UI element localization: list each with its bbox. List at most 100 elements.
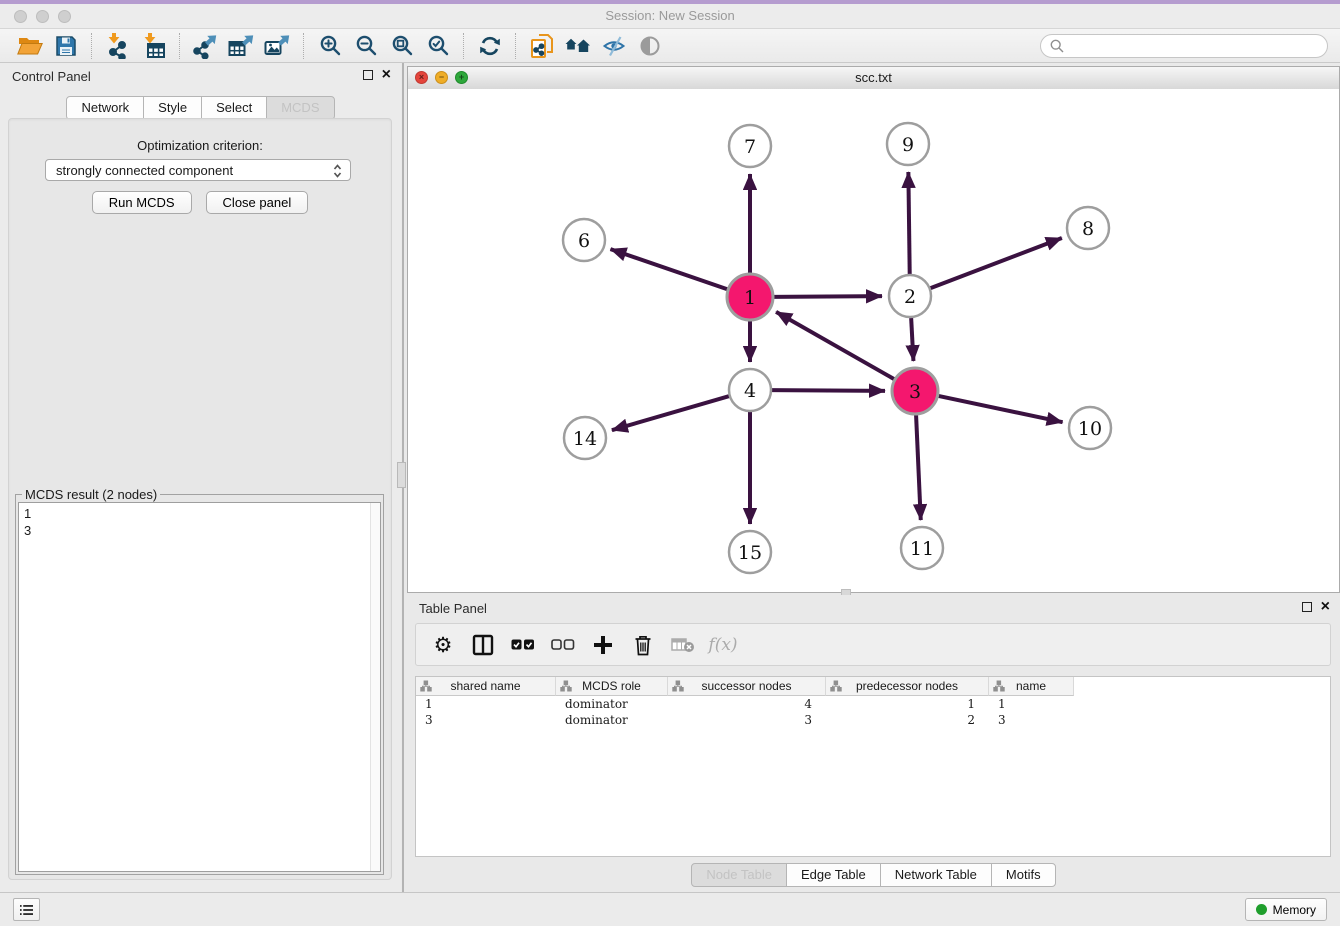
application-window: Session: New Session — [0, 0, 1340, 926]
node-10[interactable]: 10 — [1069, 407, 1111, 449]
show-columns-button[interactable] — [470, 632, 496, 658]
table-row[interactable]: 1dominator411 — [416, 696, 1330, 712]
edge-3-1[interactable] — [776, 312, 894, 379]
close-table-panel-icon[interactable]: × — [1321, 601, 1330, 613]
edge-4-14[interactable] — [612, 396, 729, 430]
node-label-11: 11 — [910, 538, 934, 560]
run-mcds-button[interactable]: Run MCDS — [92, 191, 192, 214]
task-history-button[interactable] — [13, 898, 40, 921]
column-header-MCDS-role[interactable]: MCDS role — [556, 677, 668, 696]
node-table[interactable]: shared nameMCDS rolesuccessor nodesprede… — [415, 676, 1331, 857]
minimize-network-button[interactable]: − — [435, 71, 448, 84]
save-session-button[interactable] — [48, 31, 84, 61]
float-panel-icon[interactable] — [363, 70, 373, 80]
node-1[interactable]: 1 — [727, 274, 773, 320]
mcds-panel: Optimization criterion: strongly connect… — [8, 118, 392, 880]
tab-network[interactable]: Network — [66, 96, 144, 120]
edge-2-9[interactable] — [908, 172, 909, 274]
export-image-button[interactable] — [260, 31, 296, 61]
close-network-button[interactable]: × — [415, 71, 428, 84]
maximize-network-button[interactable]: + — [455, 71, 468, 84]
export-network-icon — [192, 33, 220, 59]
select-all-button[interactable] — [510, 632, 536, 658]
table-cell: 3 — [416, 712, 556, 728]
control-panel: Control Panel × Network Style Select MCD… — [0, 63, 401, 893]
network-window: × − + scc.txt 7968124314101511 — [407, 66, 1340, 593]
node-15[interactable]: 15 — [729, 531, 771, 573]
export-table-button[interactable] — [224, 31, 260, 61]
export-table-icon — [228, 33, 256, 59]
table-cell: dominator — [556, 712, 668, 728]
node-4[interactable]: 4 — [729, 369, 771, 411]
mcds-result-text[interactable]: 1 3 — [18, 502, 381, 872]
table-cell: 1 — [826, 696, 989, 712]
column-header-name[interactable]: name — [989, 677, 1074, 696]
search-box[interactable] — [1040, 34, 1328, 58]
import-network-button[interactable] — [100, 31, 136, 61]
close-panel-button[interactable]: Close panel — [206, 191, 309, 214]
network-graph[interactable]: 7 9 6 8 1 2 4 3 14 10 15 11 — [408, 89, 1339, 592]
close-panel-icon[interactable]: × — [382, 69, 391, 81]
control-panel-tabs: Network Style Select MCDS — [0, 96, 401, 120]
delete-column-button[interactable] — [630, 632, 656, 658]
edge-1-6[interactable] — [610, 249, 727, 289]
edge-3-10[interactable] — [938, 396, 1062, 422]
zoom-selected-button[interactable] — [420, 31, 456, 61]
edge-3-11[interactable] — [916, 415, 921, 520]
search-input[interactable] — [1070, 38, 1318, 54]
node-7[interactable]: 7 — [729, 125, 771, 167]
import-table-button[interactable] — [136, 31, 172, 61]
result-scrollbar[interactable] — [370, 503, 380, 871]
column-header-predecessor-nodes[interactable]: predecessor nodes — [826, 677, 989, 696]
node-6[interactable]: 6 — [563, 219, 605, 261]
node-14[interactable]: 14 — [564, 417, 606, 459]
node-9[interactable]: 9 — [887, 123, 929, 165]
edge-2-8[interactable] — [931, 238, 1062, 288]
gene-search-button[interactable] — [560, 31, 596, 61]
network-canvas[interactable]: 7 9 6 8 1 2 4 3 14 10 15 11 — [408, 89, 1339, 592]
table-options-button[interactable]: ⚙ — [430, 632, 456, 658]
zoom-out-button[interactable] — [348, 31, 384, 61]
memory-button[interactable]: Memory — [1245, 898, 1327, 921]
close-window-button[interactable] — [14, 10, 27, 23]
function-builder-button[interactable]: f(x) — [710, 632, 736, 658]
columns-icon — [472, 634, 494, 656]
edge-2-3[interactable] — [911, 318, 913, 361]
tab-select[interactable]: Select — [201, 96, 267, 120]
node-8[interactable]: 8 — [1067, 207, 1109, 249]
add-column-button[interactable] — [590, 632, 616, 658]
optimization-criterion-dropdown[interactable]: strongly connected component — [45, 159, 351, 181]
tab-node-table[interactable]: Node Table — [691, 863, 787, 887]
tab-style[interactable]: Style — [143, 96, 202, 120]
checked-boxes-icon — [511, 638, 535, 652]
delete-table-button[interactable] — [670, 632, 696, 658]
open-session-button[interactable] — [12, 31, 48, 61]
zoom-in-button[interactable] — [312, 31, 348, 61]
unselect-all-button[interactable] — [550, 632, 576, 658]
minimize-window-button[interactable] — [36, 10, 49, 23]
hide-visuals-button[interactable] — [596, 31, 632, 61]
column-header-shared-name[interactable]: shared name — [416, 677, 556, 696]
node-label-10: 10 — [1078, 418, 1102, 440]
maximize-window-button[interactable] — [58, 10, 71, 23]
edge-4-3[interactable] — [772, 390, 885, 391]
node-3[interactable]: 3 — [892, 368, 938, 414]
tab-mcds[interactable]: MCDS — [266, 96, 334, 120]
show-hidden-button[interactable] — [632, 31, 668, 61]
tab-motifs[interactable]: Motifs — [991, 863, 1056, 887]
apply-layout-button[interactable] — [472, 31, 508, 61]
column-header-successor-nodes[interactable]: successor nodes — [668, 677, 826, 696]
table-row[interactable]: 3dominator323 — [416, 712, 1330, 728]
vertical-splitter-handle[interactable] — [397, 462, 406, 488]
node-2[interactable]: 2 — [889, 275, 931, 317]
export-network-button[interactable] — [188, 31, 224, 61]
tab-edge-table[interactable]: Edge Table — [786, 863, 881, 887]
edge-1-2[interactable] — [774, 296, 882, 297]
zoom-fit-button[interactable] — [384, 31, 420, 61]
node-11[interactable]: 11 — [901, 527, 943, 569]
node-label-15: 15 — [738, 542, 762, 564]
node-label-7: 7 — [744, 136, 756, 158]
float-table-panel-icon[interactable] — [1302, 602, 1312, 612]
tab-network-table[interactable]: Network Table — [880, 863, 992, 887]
clone-network-button[interactable] — [524, 31, 560, 61]
